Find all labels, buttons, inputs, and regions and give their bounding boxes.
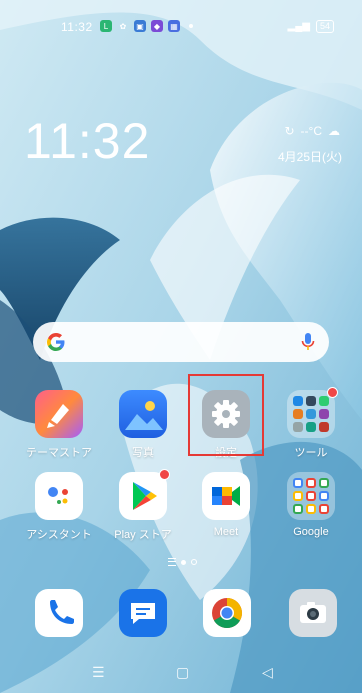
weather-widget[interactable]: ↻ --°C ☁ <box>284 124 340 138</box>
more-notifications-icon <box>189 24 193 28</box>
line-notification-icon: L <box>100 20 112 32</box>
phone-icon <box>50 600 74 624</box>
google-assistant-icon <box>35 472 83 520</box>
tools-folder-icon <box>287 387 338 438</box>
google-meet-icon <box>202 472 250 520</box>
app-label: Play ストア <box>114 529 172 541</box>
app-photos[interactable]: 写真 <box>103 390 183 460</box>
play-store-icon <box>119 469 170 520</box>
app-assistant[interactable]: アシスタント <box>19 472 99 542</box>
battery-icon: 54 <box>315 20 334 33</box>
home-nav-icon[interactable]: ▢ <box>176 664 189 681</box>
temperature: --°C <box>300 124 322 138</box>
app-notification-icon: ▣ <box>134 20 146 32</box>
app3-notification-icon: ▦ <box>168 20 180 32</box>
gear-notification-icon: ✿ <box>119 21 127 31</box>
chrome-icon <box>212 598 242 629</box>
page-dot <box>191 559 197 565</box>
app-theme-store[interactable]: テーマストア <box>19 390 99 460</box>
status-time: 11:32 <box>61 20 93 34</box>
menu-nav-icon[interactable]: ☰ <box>92 664 105 681</box>
dock-camera[interactable] <box>289 589 337 637</box>
notification-badge <box>327 387 338 398</box>
theme-store-icon <box>35 390 83 438</box>
app-label: Meet <box>213 526 239 538</box>
app-play-store[interactable]: Play ストア <box>103 469 183 542</box>
refresh-icon: ↻ <box>284 124 295 138</box>
page-indicator[interactable] <box>168 558 197 566</box>
app2-notification-icon: ◆ <box>151 20 163 32</box>
dock-messages[interactable] <box>119 589 167 637</box>
cloud-icon: ☁ <box>328 124 340 138</box>
photos-icon <box>119 390 167 438</box>
app-label: ツール <box>294 447 328 459</box>
status-bar: 11:32 L ✿ ▣ ◆ ▦ ▂▄▆ 54 <box>0 18 362 40</box>
voice-search-mic-icon[interactable] <box>301 332 315 352</box>
navigation-bar: ☰ ▢ ◁ <box>0 660 362 688</box>
clock-widget-time[interactable]: 11:32 <box>24 112 150 170</box>
page-dot-active <box>181 559 186 565</box>
app-label: アシスタント <box>26 529 92 541</box>
notification-icons: L ✿ ▣ ◆ ▦ <box>100 20 193 32</box>
folder-tools[interactable]: ツール <box>271 387 351 460</box>
google-search-bar[interactable] <box>33 322 329 362</box>
notification-badge <box>159 469 170 480</box>
signal-icon: ▂▄▆ <box>287 21 310 32</box>
status-right: ▂▄▆ 54 <box>288 20 334 33</box>
back-nav-icon[interactable]: ◁ <box>262 664 273 681</box>
page-menu-icon <box>168 558 176 566</box>
dock-chrome[interactable] <box>203 589 251 637</box>
folder-google[interactable]: Google <box>271 472 351 538</box>
google-logo-icon <box>47 333 65 351</box>
google-folder-icon <box>287 472 335 520</box>
highlight-box <box>188 374 264 456</box>
app-label: Google <box>293 526 329 538</box>
app-meet[interactable]: Meet <box>186 472 266 538</box>
app-label: 写真 <box>132 447 154 459</box>
camera-icon <box>300 602 326 623</box>
messages-icon <box>131 603 155 624</box>
app-label: テーマストア <box>26 447 92 459</box>
dock-phone[interactable] <box>35 589 83 637</box>
date-label: 4月25日(火) <box>277 150 342 164</box>
